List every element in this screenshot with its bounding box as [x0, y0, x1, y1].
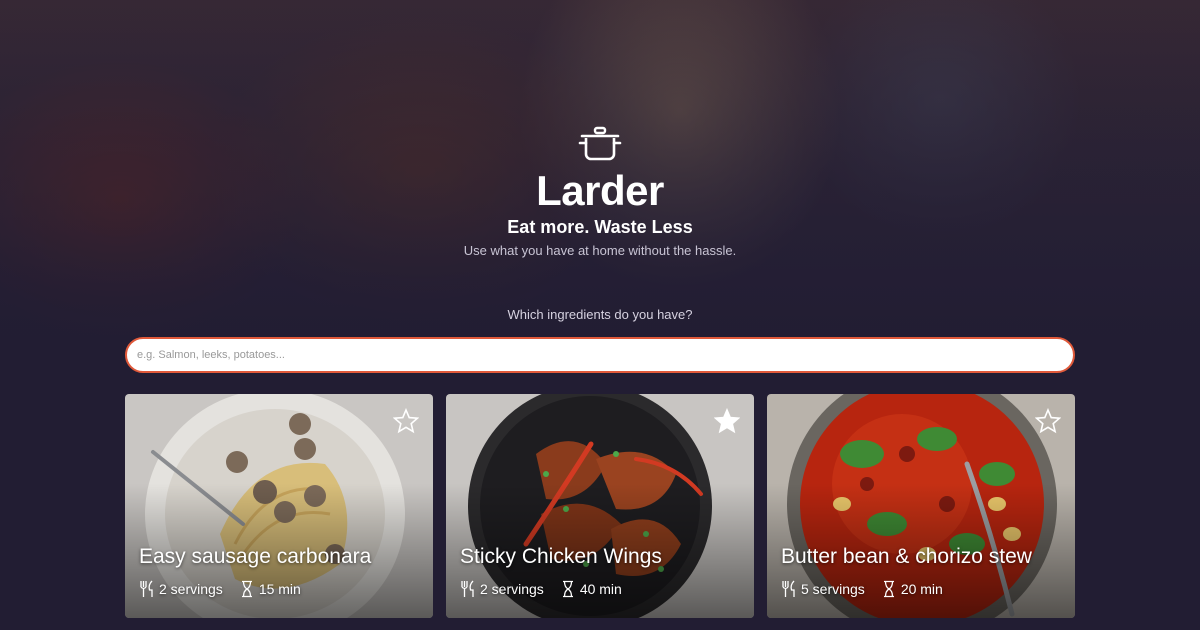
hourglass-icon — [883, 580, 894, 598]
ingredient-search-input[interactable] — [125, 337, 1075, 373]
star-icon[interactable] — [1034, 407, 1062, 434]
time-label: 20 min — [900, 581, 943, 597]
time-label: 15 min — [258, 581, 301, 597]
recipe-card-list: Easy sausage carbonara 2 servings 15 min — [125, 394, 1075, 618]
time-label: 40 min — [579, 581, 622, 597]
recipe-meta: 2 servings 15 min — [139, 579, 301, 599]
servings-label: 2 servings — [159, 581, 223, 597]
fork-knife-icon — [140, 580, 153, 597]
recipe-title: Sticky Chicken Wings — [460, 545, 662, 568]
star-icon[interactable] — [713, 407, 741, 434]
recipe-card[interactable]: Easy sausage carbonara 2 servings 15 min — [125, 394, 433, 618]
servings-label: 2 servings — [480, 581, 544, 597]
recipe-card[interactable]: Sticky Chicken Wings 2 servings 40 min — [446, 394, 754, 618]
recipe-card[interactable]: Butter bean & chorizo stew 5 servings 20… — [767, 394, 1075, 618]
search-prompt: Which ingredients do you have? — [507, 307, 693, 322]
app-title: Larder — [536, 167, 664, 214]
servings-label: 5 servings — [801, 581, 865, 597]
hourglass-icon — [562, 580, 573, 598]
star-icon[interactable] — [392, 407, 420, 434]
app-tagline: Eat more. Waste Less — [507, 217, 693, 237]
hourglass-icon — [241, 580, 252, 598]
recipe-title: Easy sausage carbonara — [139, 545, 372, 568]
recipe-meta: 2 servings 40 min — [460, 579, 622, 599]
recipe-title: Butter bean & chorizo stew — [781, 545, 1032, 568]
cooking-pot-icon — [578, 126, 622, 161]
recipe-meta: 5 servings 20 min — [781, 579, 943, 599]
fork-knife-icon — [461, 580, 474, 597]
fork-knife-icon — [782, 580, 795, 597]
app-subtitle: Use what you have at home without the ha… — [463, 243, 737, 258]
